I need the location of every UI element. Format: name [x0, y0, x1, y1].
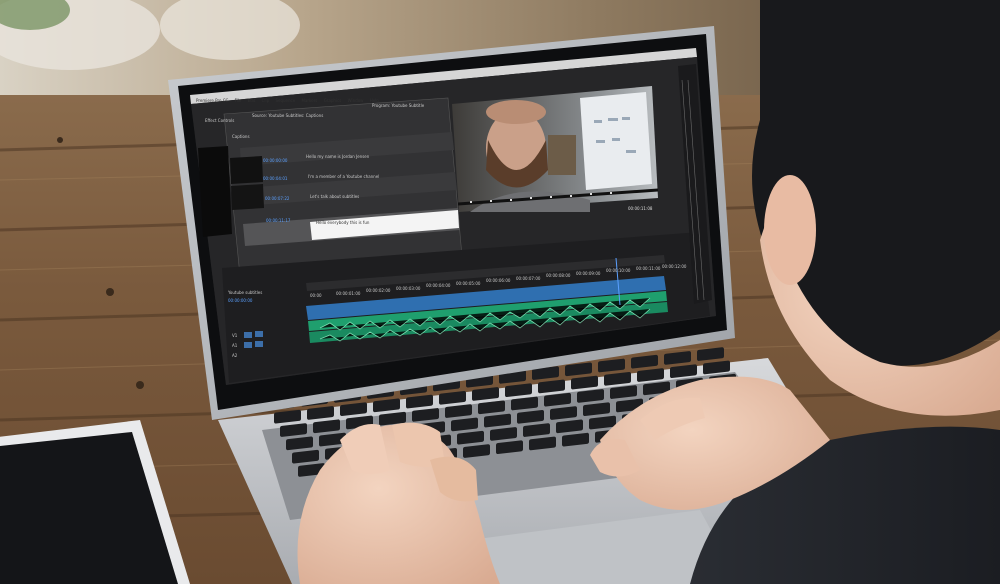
caption-row-3-text[interactable]: Let's talk about subtitles: [310, 194, 359, 199]
caption-row-1-in: 00:00:00:00: [263, 158, 288, 163]
caption-row-1-text[interactable]: Hello my name is Jordan Jensen: [306, 154, 369, 159]
ruler-label-1: 00:00:01:00: [336, 291, 361, 296]
captions-header: Captions: [232, 134, 250, 139]
menu-window[interactable]: Window: [348, 98, 364, 103]
effect-controls-tab[interactable]: Effect Controls: [205, 118, 234, 123]
ruler-label-10: 00:00:10:00: [606, 268, 631, 273]
ruler-label-9: 00:00:09:00: [576, 271, 601, 276]
track-v1-label[interactable]: V1: [232, 333, 237, 338]
caption-row-2-in: 00:00:04:01: [263, 176, 288, 181]
track-a2-label[interactable]: A2: [232, 353, 237, 358]
ruler-label-8: 00:00:08:00: [546, 273, 571, 278]
ruler-label-4: 00:00:04:00: [426, 283, 451, 288]
captions-source-tab[interactable]: Source: Youtube Subtitles: Captions: [252, 113, 323, 118]
program-monitor-tab[interactable]: Program: Youtube Subtitle: [372, 103, 424, 108]
menu-file[interactable]: File: [235, 98, 242, 103]
photo-scene: [0, 0, 1000, 584]
track-a1-label[interactable]: A1: [232, 343, 237, 348]
app-menu-bar: Premiere Pro CC File Edit Clip Sequence …: [196, 98, 384, 103]
timeline-timecode: 00:00:00:00: [228, 298, 253, 303]
ruler-label-2: 00:00:02:00: [366, 288, 391, 293]
menu-edit[interactable]: Edit: [248, 98, 256, 103]
ruler-label-12: 00:00:12:00: [662, 264, 687, 269]
menu-graphics[interactable]: Graphics: [324, 98, 342, 103]
program-timecode: 00:00:11:08: [628, 206, 653, 211]
caption-row-4-in: 00:00:11:17: [266, 218, 291, 223]
ruler-label-7: 00:00:07:00: [516, 276, 541, 281]
ruler-label-5: 00:00:05:00: [456, 281, 481, 286]
ruler-label-6: 00:00:06:00: [486, 278, 511, 283]
ruler-label-3: 00:00:03:00: [396, 286, 421, 291]
menu-clip[interactable]: Clip: [262, 98, 270, 103]
menu-markers[interactable]: Markers: [301, 98, 317, 103]
ruler-label-11: 00:00:11:00: [636, 266, 661, 271]
timeline-panel-title[interactable]: Youtube subtitles: [228, 290, 262, 295]
menu-sequence[interactable]: Sequence: [275, 98, 295, 103]
caption-row-2-text[interactable]: I'm a member of a Youtube channel: [308, 174, 379, 179]
app-name: Premiere Pro CC: [196, 98, 229, 103]
ruler-label-0: 00:00: [310, 293, 322, 298]
caption-row-3-in: 00:00:07:22: [265, 196, 290, 201]
caption-row-4-text[interactable]: Hello everybody this is fun: [316, 220, 369, 225]
